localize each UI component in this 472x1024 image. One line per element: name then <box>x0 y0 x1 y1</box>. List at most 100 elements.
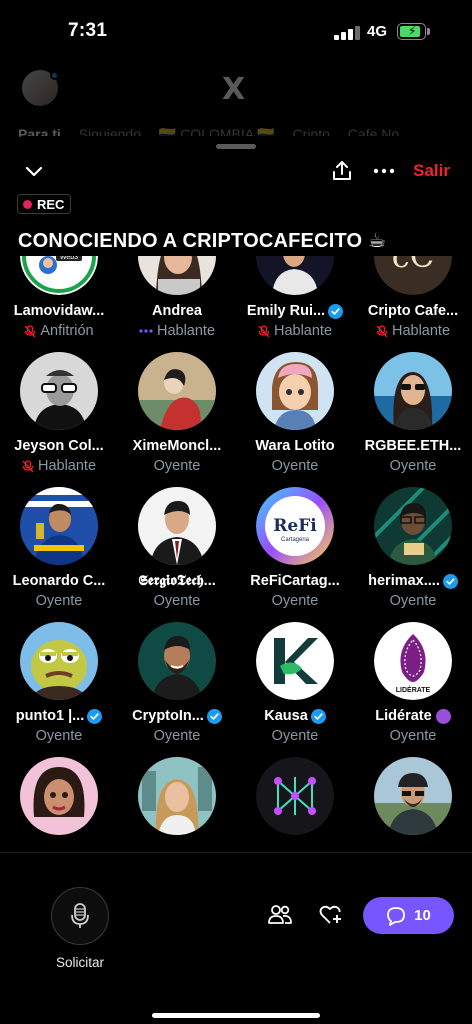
more-horizontal-icon <box>373 168 395 174</box>
minimize-button[interactable] <box>24 164 44 180</box>
svg-text:LIDÉRATE: LIDÉRATE <box>396 685 431 694</box>
request-label: Solicitar <box>55 955 104 970</box>
sheet-grabber[interactable] <box>216 144 256 149</box>
participant-role-text: Oyente <box>153 458 201 474</box>
status-bar: 7:31 4G ⚡ <box>0 0 472 62</box>
participant-card[interactable]: MOVIDAWeb3 Lamovidaw... Anfitrión <box>0 256 118 352</box>
participant-card[interactable]: RGBEE.ETH... Oyente <box>354 352 472 487</box>
heart-plus-icon <box>319 905 341 924</box>
participant-name-text: ReFiCartag... <box>250 573 340 589</box>
participant-avatar[interactable] <box>138 352 216 430</box>
participant-avatar[interactable] <box>374 487 452 565</box>
participant-avatar[interactable] <box>20 757 98 835</box>
recording-badge: REC <box>17 194 72 214</box>
verified-badge-icon <box>328 303 344 319</box>
comments-count: 10 <box>414 907 431 924</box>
home-indicator[interactable] <box>152 1013 320 1018</box>
participant-card[interactable]: punto1 |... Oyente <box>0 622 118 757</box>
request-to-speak-button[interactable] <box>51 887 109 945</box>
participant-avatar[interactable] <box>20 622 98 700</box>
participant-role: Oyente <box>354 728 472 744</box>
space-actions: Salir <box>329 158 450 184</box>
participant-role: Hablante <box>236 323 354 339</box>
participant-name: Andrea <box>118 303 236 319</box>
participant-card[interactable]: LIDÉRATE Lidérate Oyente <box>354 622 472 757</box>
verified-badge-icon <box>442 573 458 589</box>
participant-name: Jeyson Col... <box>0 438 118 454</box>
participant-card[interactable]: Kausa Oyente <box>236 622 354 757</box>
participant-avatar[interactable] <box>374 352 452 430</box>
participant-avatar[interactable] <box>20 487 98 565</box>
participant-name: Leonardo C... <box>0 573 118 589</box>
participant-avatar[interactable] <box>138 256 216 295</box>
participant-card[interactable] <box>0 757 118 852</box>
avatar <box>22 70 59 106</box>
participants-grid: MOVIDAWeb3 Lamovidaw... Anfitrión Andrea Hab… <box>0 256 472 852</box>
participant-name: Wara Lotito <box>236 438 354 454</box>
comments-button[interactable]: 10 <box>363 897 454 934</box>
participant-avatar[interactable] <box>256 757 334 835</box>
participant-avatar[interactable]: ReFi Cartagena <box>256 487 334 565</box>
participant-name-text: punto1 |... <box>15 708 85 724</box>
chevron-down-icon <box>25 166 43 177</box>
participant-avatar[interactable] <box>138 487 216 565</box>
space-controls-bar: Solicitar 10 <box>0 852 472 1024</box>
participant-card[interactable]: XimeMoncl... Oyente <box>118 352 236 487</box>
participant-card[interactable]: Jeyson Col... Hablante <box>0 352 118 487</box>
participant-role: Oyente <box>236 593 354 609</box>
participant-card[interactable]: CryptoIn... Oyente <box>118 622 236 757</box>
participant-role: Hablante <box>0 458 118 474</box>
recording-label: REC <box>37 196 65 212</box>
purple-circle-badge <box>435 708 451 724</box>
participant-role-text: Oyente <box>389 593 437 609</box>
mic-off-icon <box>24 324 36 337</box>
network-type: 4G <box>367 23 388 40</box>
participant-name-text: Kausa <box>264 708 308 724</box>
participant-avatar[interactable]: MOVIDAWeb3 <box>20 256 98 295</box>
participant-name: ReFiCartag... <box>236 573 354 589</box>
participant-name-text: 𝕾𝖊𝖗𝖌𝖎𝖔𝕿𝖊𝖈𝖍... <box>138 573 216 589</box>
participant-card[interactable]: Andrea Hablante <box>118 256 236 352</box>
participant-name-text: Wara Lotito <box>255 438 335 454</box>
participant-card[interactable]: cC Cripto Cafe... Hablante <box>354 256 472 352</box>
participant-card[interactable] <box>236 757 354 852</box>
participant-avatar[interactable] <box>256 256 334 295</box>
participant-name-text: CryptoIn... <box>132 708 204 724</box>
clock: 7:31 <box>68 20 108 41</box>
participant-role: Oyente <box>118 458 236 474</box>
participant-role-text: Oyente <box>153 593 201 609</box>
participant-role-text: Oyente <box>389 458 437 474</box>
participant-avatar[interactable] <box>374 757 452 835</box>
participant-avatar[interactable] <box>256 352 334 430</box>
share-button[interactable] <box>329 158 355 184</box>
participant-name: punto1 |... <box>0 708 118 724</box>
participant-name: RGBEE.ETH... <box>354 438 472 454</box>
participants-button[interactable] <box>267 903 293 932</box>
participant-avatar[interactable]: LIDÉRATE <box>374 622 452 700</box>
react-button[interactable] <box>318 903 344 932</box>
participant-card[interactable]: herimax.... Oyente <box>354 487 472 622</box>
participant-role-text: Oyente <box>35 593 83 609</box>
participant-card[interactable] <box>118 757 236 852</box>
participant-name-text: Jeyson Col... <box>14 438 104 454</box>
participant-name: Kausa <box>236 708 354 724</box>
participant-avatar[interactable] <box>138 622 216 700</box>
participant-card[interactable]: Wara Lotito Oyente <box>236 352 354 487</box>
more-options-button[interactable] <box>371 158 397 184</box>
participant-avatar[interactable]: cC <box>374 256 452 295</box>
participant-card[interactable] <box>354 757 472 852</box>
participant-name: CryptoIn... <box>118 708 236 724</box>
participant-avatar[interactable] <box>256 622 334 700</box>
participant-card[interactable]: Emily Rui... Hablante <box>236 256 354 352</box>
participant-card[interactable]: ReFi Cartagena ReFiCartag... Oyente <box>236 487 354 622</box>
participant-card[interactable]: Leonardo C... Oyente <box>0 487 118 622</box>
participant-role: Oyente <box>118 593 236 609</box>
participant-role-text: Oyente <box>271 458 319 474</box>
leave-space-button[interactable]: Salir <box>413 161 450 181</box>
participant-card[interactable]: 𝕾𝖊𝖗𝖌𝖎𝖔𝕿𝖊𝖈𝖍... Oyente <box>118 487 236 622</box>
mic-off-icon <box>258 324 270 337</box>
participant-avatar[interactable] <box>138 757 216 835</box>
participant-role: Anfitrión <box>0 323 118 339</box>
participant-avatar[interactable] <box>20 352 98 430</box>
verified-badge-icon <box>310 708 326 724</box>
